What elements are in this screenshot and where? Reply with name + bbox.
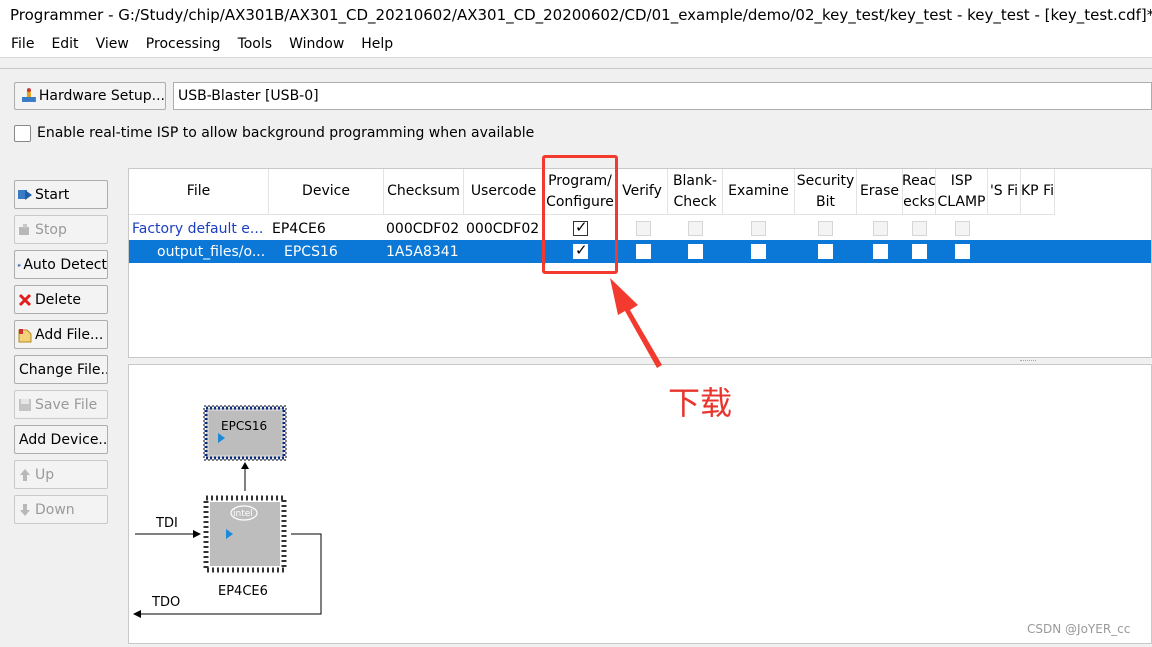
change-file-label: Change File... <box>19 361 108 378</box>
down-label: Down <box>35 501 75 518</box>
chain-diagram-svg: EPCS16 intel EP4CE6 TDI TDO <box>133 405 322 618</box>
column-ps-file[interactable]: 'S Fi <box>988 169 1021 215</box>
isp-clamp-checkbox[interactable] <box>955 244 970 259</box>
intel-logo-text: intel <box>233 509 253 519</box>
flash-chip-label: EPCS16 <box>221 419 267 433</box>
tdi-arrow-head <box>193 530 201 538</box>
stop-icon <box>19 223 29 235</box>
table-row[interactable]: Factory default e... EP4CE6 000CDF02 000… <box>129 217 1151 240</box>
column-blank-check[interactable]: Blank- Check <box>668 169 723 215</box>
title-bar: Programmer - G:/Study/chip/AX301B/AX301_… <box>0 0 1152 30</box>
read-checkbox[interactable] <box>912 244 927 259</box>
auto-detect-button[interactable]: Auto Detect <box>14 250 108 279</box>
auto-detect-label: Auto Detect <box>23 256 107 273</box>
menu-bar: File Edit View Processing Tools Window H… <box>0 30 1152 58</box>
table-row-selected[interactable]: output_files/o... EPCS16 1A5A8341 <box>129 240 1151 263</box>
add-file-button[interactable]: Add File... <box>14 320 108 349</box>
row-checksum: 1A5A8341 <box>386 243 459 260</box>
save-file-label: Save File <box>35 396 98 413</box>
up-label: Up <box>35 466 55 483</box>
watermark-text: CSDN @JoYER_cc <box>1027 622 1131 636</box>
column-isp-clamp[interactable]: ISP CLAMP <box>936 169 988 215</box>
column-device[interactable]: Device <box>269 169 384 215</box>
start-label: Start <box>35 186 70 203</box>
row-device: EPCS16 <box>284 243 338 260</box>
delete-icon <box>18 293 32 306</box>
window-title: Programmer - G:/Study/chip/AX301B/AX301_… <box>10 6 1152 24</box>
column-usercode[interactable]: Usercode <box>464 169 544 215</box>
row-usercode <box>466 240 544 263</box>
column-erase[interactable]: Erase <box>857 169 903 215</box>
menu-window[interactable]: Window <box>278 36 350 52</box>
auto-detect-icon <box>17 262 21 267</box>
up-icon <box>20 468 30 481</box>
add-device-label: Add Device... <box>19 431 108 448</box>
menu-help[interactable]: Help <box>350 36 399 52</box>
delete-label: Delete <box>35 291 81 308</box>
read-checkbox[interactable] <box>912 221 927 236</box>
save-file-button[interactable]: Save File <box>14 390 108 419</box>
column-file[interactable]: File <box>129 169 269 215</box>
blank-check-checkbox[interactable] <box>688 221 703 236</box>
change-file-button[interactable]: Change File... <box>14 355 108 384</box>
tdi-label: TDI <box>155 516 178 531</box>
down-icon <box>20 503 30 516</box>
security-bit-checkbox[interactable] <box>818 221 833 236</box>
config-arrow-head <box>241 462 249 469</box>
jtag-chain-diagram: EPCS16 intel EP4CE6 TDI TDO <box>128 364 1152 644</box>
hardware-setup-button[interactable]: Hardware Setup... <box>14 82 166 110</box>
isp-label: Enable real-time ISP to allow background… <box>37 125 535 141</box>
flash-chip-body <box>209 411 281 455</box>
column-examine[interactable]: Examine <box>723 169 795 215</box>
stop-button[interactable]: Stop <box>14 215 108 244</box>
menu-processing[interactable]: Processing <box>135 36 227 52</box>
menu-view[interactable]: View <box>85 36 135 52</box>
column-jam-file[interactable]: KP Fi <box>1021 169 1055 215</box>
add-file-icon <box>18 328 32 342</box>
isp-checkbox[interactable] <box>14 125 31 142</box>
verify-checkbox[interactable] <box>636 221 651 236</box>
row-file: output_files/o... <box>157 243 266 260</box>
security-bit-checkbox[interactable] <box>818 244 833 259</box>
hardware-setup-label: Hardware Setup... <box>38 88 165 104</box>
splitter-grip[interactable] <box>1020 360 1036 363</box>
hardware-icon <box>21 88 36 102</box>
fpga-chip-label: EP4CE6 <box>218 584 268 599</box>
verify-checkbox[interactable] <box>636 244 651 259</box>
isp-clamp-checkbox[interactable] <box>955 221 970 236</box>
row-file: Factory default e... <box>132 220 264 237</box>
highlight-box <box>542 155 618 274</box>
column-read-checks[interactable]: Reac ecks <box>903 169 936 215</box>
delete-button[interactable]: Delete <box>14 285 108 314</box>
erase-checkbox[interactable] <box>873 221 888 236</box>
stop-label: Stop <box>35 221 67 238</box>
menu-edit[interactable]: Edit <box>40 36 84 52</box>
row-checksum: 000CDF02 <box>386 220 460 237</box>
up-button[interactable]: Up <box>14 460 108 489</box>
start-button[interactable]: Start <box>14 180 108 209</box>
examine-checkbox[interactable] <box>751 221 766 236</box>
column-verify[interactable]: Verify <box>617 169 668 215</box>
column-checksum[interactable]: Checksum <box>384 169 464 215</box>
menu-tools[interactable]: Tools <box>227 36 279 52</box>
save-icon <box>19 398 31 411</box>
annotation-text: 下载 <box>668 384 733 422</box>
add-device-button[interactable]: Add Device... <box>14 425 108 454</box>
blank-check-checkbox[interactable] <box>688 244 703 259</box>
menu-file[interactable]: File <box>0 36 40 52</box>
erase-checkbox[interactable] <box>873 244 888 259</box>
tdo-arrow-head <box>133 610 141 618</box>
row-device: EP4CE6 <box>272 220 326 237</box>
column-security-bit[interactable]: Security Bit <box>795 169 857 215</box>
down-button[interactable]: Down <box>14 495 108 524</box>
row-usercode: 000CDF02 <box>466 220 540 237</box>
annotation-arrow <box>610 278 662 368</box>
tdo-label: TDO <box>151 595 180 610</box>
add-file-label: Add File... <box>35 326 104 343</box>
hardware-field[interactable]: USB-Blaster [USB-0] <box>173 82 1152 110</box>
start-icon <box>18 189 32 200</box>
examine-checkbox[interactable] <box>751 244 766 259</box>
